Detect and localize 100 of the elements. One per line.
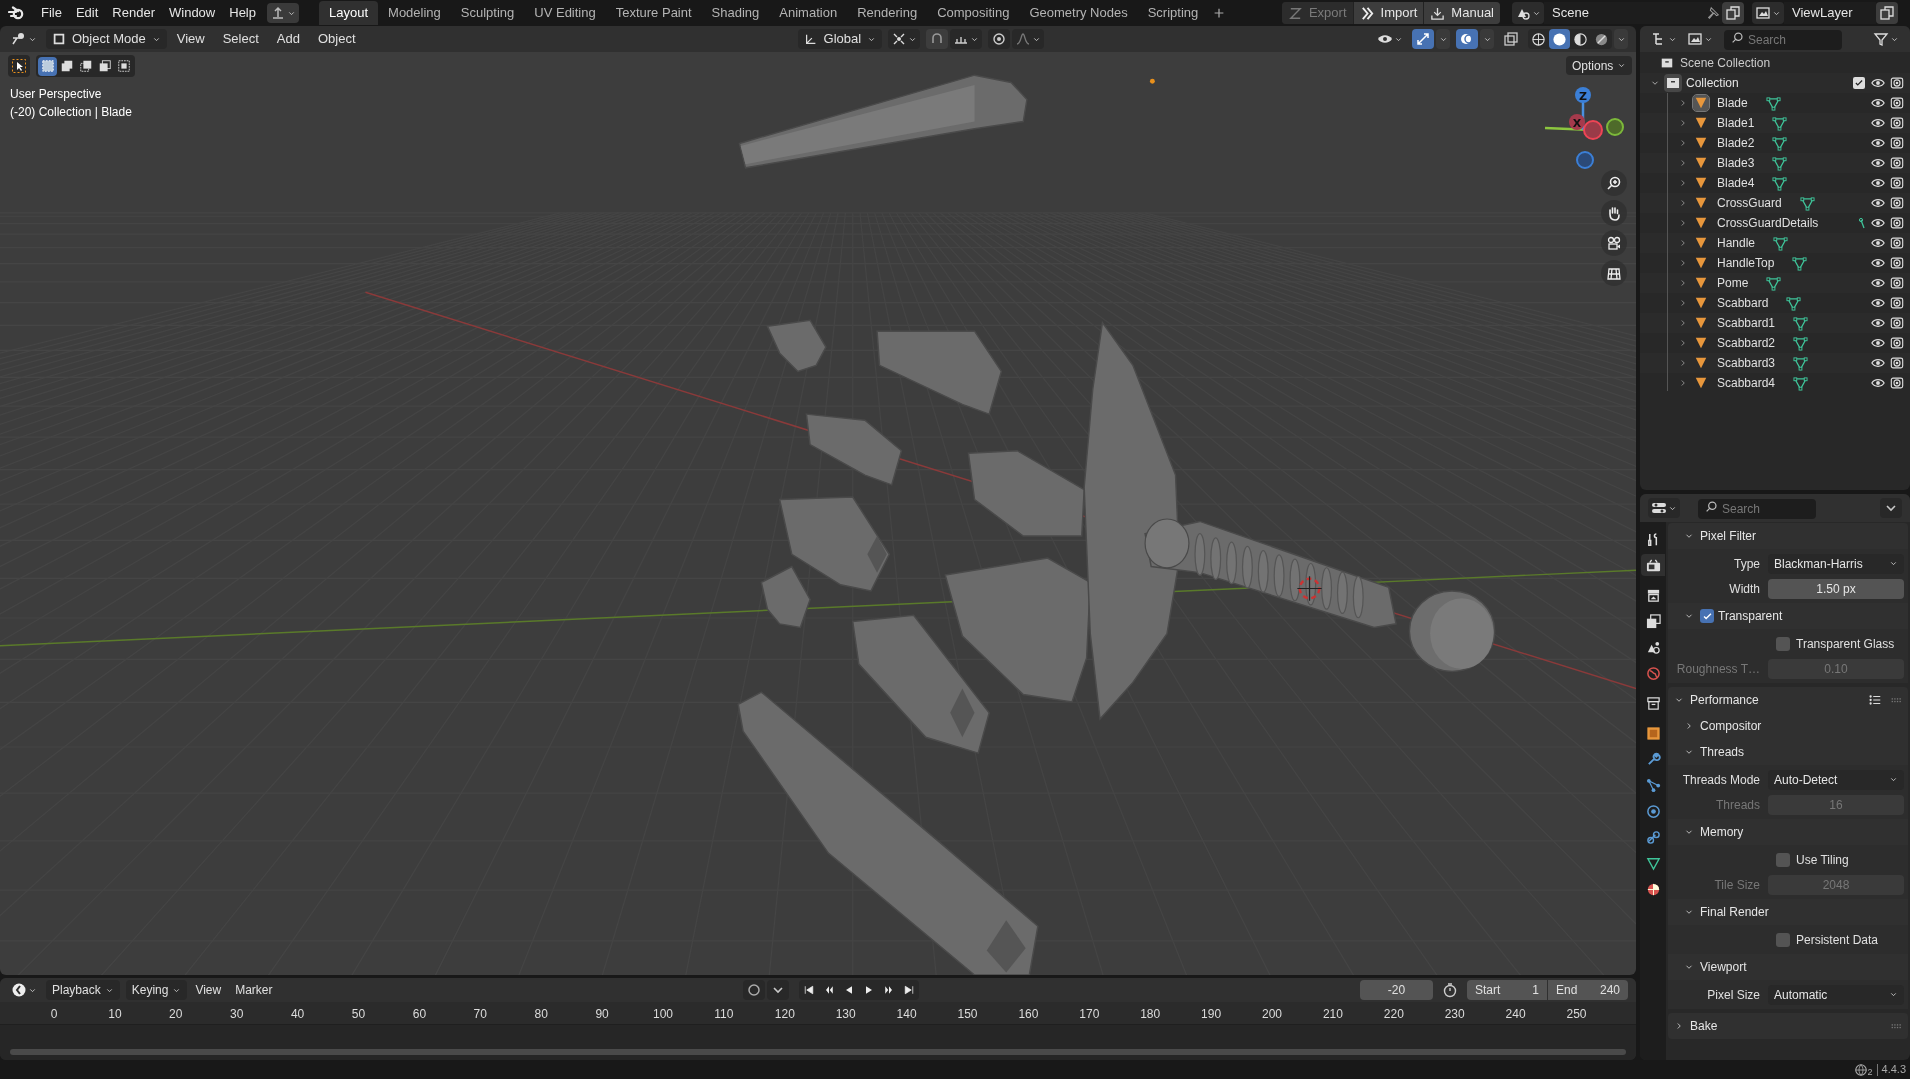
visibility-eye-icon[interactable]: [1871, 136, 1885, 150]
viewport-zoom-button[interactable]: [1601, 170, 1627, 196]
options-dropdown[interactable]: Options: [1566, 56, 1633, 75]
menu-item[interactable]: Add: [268, 29, 308, 49]
outliner-item[interactable]: CrossGuardDetails: [1717, 214, 1819, 232]
workspace-tab[interactable]: Scripting: [1137, 1, 1209, 25]
render-camera-icon[interactable]: [1890, 76, 1904, 90]
outliner-item[interactable]: Blade: [1717, 94, 1748, 112]
render-camera-icon[interactable]: [1890, 336, 1904, 350]
mode-dropdown[interactable]: Object Mode: [46, 29, 167, 49]
menu-item[interactable]: File: [34, 2, 69, 24]
selection-mode-button[interactable]: [38, 56, 57, 76]
file-action-button[interactable]: Manual: [1423, 2, 1500, 24]
visibility-eye-icon[interactable]: [1871, 176, 1885, 190]
visibility-eye-icon[interactable]: [1871, 316, 1885, 330]
render-camera-icon[interactable]: [1890, 256, 1904, 270]
workspace-tab[interactable]: Texture Paint: [605, 1, 702, 25]
panel-header[interactable]: Performance: [1690, 691, 1868, 709]
pivot-point-button[interactable]: [888, 29, 921, 49]
presets-list-icon[interactable]: [1868, 693, 1882, 707]
visibility-eye-icon[interactable]: [1871, 196, 1885, 210]
visibility-eye-icon[interactable]: [1871, 236, 1885, 250]
outliner-item[interactable]: Scene Collection: [1680, 54, 1771, 72]
viewport-grid-button[interactable]: [1601, 260, 1627, 286]
shading-mode-button[interactable]: [1549, 29, 1570, 49]
menu-item[interactable]: Help: [222, 2, 263, 24]
subpanel-header[interactable]: Pixel Filter: [1700, 527, 1756, 545]
mesh-data-icon[interactable]: [1773, 235, 1789, 251]
visibility-eye-icon[interactable]: [1871, 276, 1885, 290]
workspace-tab[interactable]: Animation: [769, 1, 848, 25]
select-tool-button[interactable]: [8, 55, 30, 77]
snap-toggle-button[interactable]: [926, 29, 949, 49]
menu-item[interactable]: Select: [214, 29, 267, 49]
menu-item[interactable]: Render: [105, 2, 162, 24]
outliner-item[interactable]: Scabbard4: [1717, 374, 1776, 392]
frame-range-field[interactable]: End 240: [1548, 980, 1628, 1000]
render-camera-icon[interactable]: [1890, 96, 1904, 110]
outliner-item[interactable]: Handle: [1717, 234, 1756, 252]
outliner-item[interactable]: CrossGuard: [1717, 194, 1782, 212]
menu-item[interactable]: Edit: [68, 2, 106, 24]
mesh-data-icon[interactable]: [1793, 375, 1809, 391]
mesh-data-icon[interactable]: [1772, 155, 1788, 171]
workspace-tab[interactable]: Sculpting: [450, 1, 525, 25]
subpanel-header[interactable]: Transparent: [1718, 607, 1783, 625]
visibility-eye-icon[interactable]: [1871, 216, 1885, 230]
mesh-data-icon[interactable]: [1793, 355, 1809, 371]
render-camera-icon[interactable]: [1890, 216, 1904, 230]
curve-data-icon[interactable]: [1856, 217, 1867, 229]
render-camera-icon[interactable]: [1890, 376, 1904, 390]
outliner-item[interactable]: Pome: [1717, 274, 1749, 292]
mesh-data-icon[interactable]: [1772, 175, 1788, 191]
outliner-item[interactable]: Blade4: [1717, 174, 1755, 192]
visibility-eye-icon[interactable]: [1871, 156, 1885, 170]
search-field[interactable]: Search: [1698, 499, 1816, 519]
proportional-edit-button[interactable]: [988, 29, 1011, 49]
subpanel-header[interactable]: Compositor: [1700, 717, 1762, 735]
panel-options-button[interactable]: [1880, 498, 1902, 518]
outliner-item[interactable]: Blade1: [1717, 114, 1755, 132]
workspace-tab[interactable]: Layout: [319, 1, 379, 25]
visibility-eye-icon[interactable]: [1871, 356, 1885, 370]
checkbox[interactable]: [1776, 636, 1790, 651]
editor-type-button[interactable]: [1648, 498, 1680, 518]
menu-item[interactable]: Playback: [46, 980, 120, 1000]
menu-item[interactable]: Keying: [125, 980, 188, 1000]
frame-range-field[interactable]: Start 1: [1467, 980, 1547, 1000]
menu-item[interactable]: Window: [162, 2, 223, 24]
search-field[interactable]: Search: [1724, 30, 1842, 50]
mesh-data-icon[interactable]: [1772, 115, 1788, 131]
visibility-eye-icon[interactable]: [1871, 376, 1885, 390]
copy-icon[interactable]: [1722, 2, 1744, 24]
number-field[interactable]: 1.50 px: [1768, 578, 1904, 599]
render-camera-icon[interactable]: [1890, 356, 1904, 370]
exclude-checkbox[interactable]: [1853, 77, 1865, 89]
render-camera-icon[interactable]: [1890, 176, 1904, 190]
subpanel-header[interactable]: Memory: [1700, 823, 1744, 841]
orientation-dropdown[interactable]: Global: [797, 29, 883, 49]
outliner-item[interactable]: Scabbard: [1717, 294, 1769, 312]
workspace-tab[interactable]: Rendering: [847, 1, 928, 25]
dropdown[interactable]: Blackman-Harris: [1768, 553, 1904, 574]
outliner-item[interactable]: Blade3: [1717, 154, 1755, 172]
scene-field[interactable]: Scene: [1544, 2, 1704, 24]
visibility-eye-icon[interactable]: [1871, 256, 1885, 270]
checkbox[interactable]: [1776, 852, 1790, 867]
mesh-data-icon[interactable]: [1786, 295, 1802, 311]
menu-item[interactable]: Object: [309, 29, 364, 49]
mesh-data-icon[interactable]: [1792, 255, 1808, 271]
workspace-menu-button[interactable]: [267, 3, 299, 23]
outliner-item[interactable]: Collection: [1686, 74, 1853, 92]
scene-menu-button[interactable]: [1512, 2, 1544, 24]
render-camera-icon[interactable]: [1890, 116, 1904, 130]
snap-target-button[interactable]: [950, 29, 983, 49]
checkbox[interactable]: [1776, 932, 1790, 947]
visibility-eye-icon[interactable]: [1871, 116, 1885, 130]
workspace-tab[interactable]: Geometry Nodes: [1019, 1, 1138, 25]
current-frame-field[interactable]: -20: [1360, 980, 1433, 1000]
render-camera-icon[interactable]: [1890, 136, 1904, 150]
pin-icon[interactable]: [1704, 2, 1722, 24]
render-camera-icon[interactable]: [1890, 156, 1904, 170]
subpanel-header[interactable]: Threads: [1700, 743, 1745, 761]
view-layer-menu-button[interactable]: [1752, 2, 1784, 24]
